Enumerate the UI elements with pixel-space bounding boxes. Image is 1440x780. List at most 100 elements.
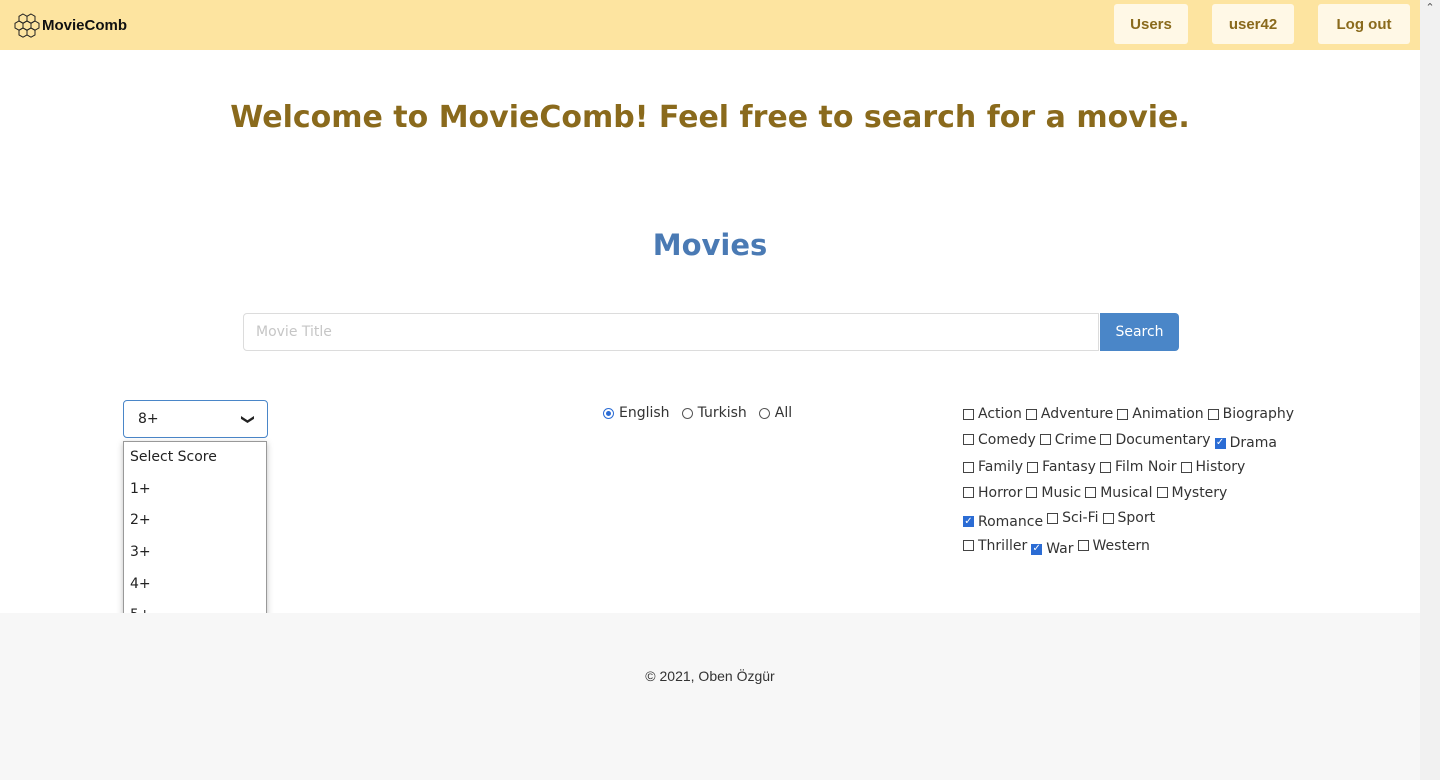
language-radio-english[interactable]: English bbox=[603, 405, 670, 421]
genre-checkbox-romance[interactable]: Romance bbox=[963, 510, 1043, 534]
language-radio-turkish[interactable]: Turkish bbox=[681, 405, 747, 421]
genre-checkbox-documentary[interactable]: Documentary bbox=[1100, 428, 1211, 452]
scrollbar[interactable]: ⌃ bbox=[1420, 0, 1440, 780]
genre-checkbox-music[interactable]: Music bbox=[1026, 481, 1081, 505]
genre-checkbox-war[interactable]: War bbox=[1031, 537, 1074, 561]
checkbox-icon[interactable] bbox=[1025, 408, 1037, 420]
score-option[interactable]: 1+ bbox=[124, 474, 266, 506]
radio-label: All bbox=[774, 405, 793, 421]
genre-checkbox-film-noir[interactable]: Film Noir bbox=[1099, 455, 1177, 479]
genre-checkbox-history[interactable]: History bbox=[1180, 455, 1245, 479]
radio-icon[interactable] bbox=[758, 407, 770, 419]
genre-label: Film Noir bbox=[1114, 459, 1177, 475]
footer bbox=[0, 613, 1420, 780]
footer-copyright: © 2021, Oben Özgür bbox=[645, 668, 775, 684]
navbar: MovieComb Users user42 Log out bbox=[0, 0, 1420, 50]
checkbox-icon[interactable] bbox=[963, 434, 974, 445]
checkbox-icon[interactable] bbox=[1026, 487, 1038, 498]
genre-row: Comedy Crime Documentary Drama bbox=[963, 428, 1343, 456]
checkbox-icon[interactable] bbox=[1207, 408, 1219, 420]
genre-checkbox-family[interactable]: Family bbox=[963, 455, 1023, 479]
scroll-up-icon[interactable]: ⌃ bbox=[1420, 0, 1440, 16]
genre-checkbox-adventure[interactable]: Adventure bbox=[1025, 402, 1114, 426]
genre-label: Comedy bbox=[978, 431, 1036, 448]
genre-checkbox-group: Action Adventure Animation Biography Comedy C… bbox=[963, 402, 1343, 561]
score-option[interactable]: 2+ bbox=[124, 505, 266, 537]
genre-checkbox-western[interactable]: Western bbox=[1077, 534, 1150, 558]
search-input[interactable] bbox=[243, 313, 1099, 351]
checkbox-icon[interactable] bbox=[1039, 434, 1051, 445]
checkbox-icon[interactable] bbox=[963, 540, 974, 551]
genre-checkbox-horror[interactable]: Horror bbox=[963, 481, 1022, 505]
score-select[interactable]: 8+ ❯ bbox=[123, 400, 268, 438]
genre-checkbox-thriller[interactable]: Thriller bbox=[963, 534, 1027, 558]
genre-checkbox-sci-fi[interactable]: Sci-Fi bbox=[1047, 506, 1099, 530]
genre-row: Thriller War Western bbox=[963, 534, 1343, 562]
genre-row: Family Fantasy Film Noir History bbox=[963, 455, 1343, 481]
page-title: Movies bbox=[652, 228, 768, 262]
checkbox-icon[interactable] bbox=[963, 487, 974, 498]
genre-row: Romance Sci-Fi Sport bbox=[963, 506, 1343, 534]
language-radio-all[interactable]: All bbox=[758, 405, 793, 421]
genre-row: Action Adventure Animation Biography bbox=[963, 402, 1343, 428]
genre-checkbox-fantasy[interactable]: Fantasy bbox=[1027, 455, 1096, 479]
genre-checkbox-mystery[interactable]: Mystery bbox=[1156, 481, 1228, 505]
checkbox-icon[interactable] bbox=[1117, 408, 1129, 420]
checkbox-icon[interactable] bbox=[1077, 540, 1089, 551]
checkbox-icon[interactable] bbox=[1027, 461, 1039, 473]
checkbox-icon[interactable] bbox=[1180, 461, 1192, 473]
genre-label: Horror bbox=[978, 484, 1023, 501]
genre-checkbox-action[interactable]: Action bbox=[963, 402, 1022, 426]
logout-button[interactable]: Log out bbox=[1318, 4, 1410, 44]
search-button[interactable]: Search bbox=[1100, 313, 1179, 351]
genre-label: Music bbox=[1041, 484, 1082, 501]
genre-label: Musical bbox=[1100, 484, 1153, 501]
score-select-value: 8+ bbox=[138, 411, 159, 427]
welcome-heading: Welcome to MovieComb! Feel free to searc… bbox=[230, 100, 1190, 135]
checkbox-checked-icon[interactable] bbox=[1031, 543, 1043, 555]
genre-label: Mystery bbox=[1171, 484, 1228, 501]
checkbox-icon[interactable] bbox=[1047, 512, 1059, 524]
genre-label: Fantasy bbox=[1042, 459, 1096, 475]
checkbox-icon[interactable] bbox=[1099, 461, 1111, 473]
radio-label: English bbox=[619, 405, 670, 421]
checkbox-checked-icon[interactable] bbox=[1214, 437, 1226, 449]
brand-name: MovieComb bbox=[42, 16, 128, 34]
radio-icon[interactable] bbox=[603, 407, 614, 419]
users-button[interactable]: Users bbox=[1114, 4, 1188, 44]
genre-label: Documentary bbox=[1115, 431, 1211, 448]
genre-label: Action bbox=[978, 406, 1022, 422]
genre-label: Sport bbox=[1117, 510, 1156, 526]
language-radio-group: English Turkish All bbox=[603, 405, 804, 421]
profile-button[interactable]: user42 bbox=[1212, 4, 1294, 44]
checkbox-icon[interactable] bbox=[1156, 487, 1168, 498]
brand[interactable]: MovieComb bbox=[12, 10, 127, 40]
honeycomb-icon bbox=[14, 13, 40, 38]
genre-label: War bbox=[1046, 541, 1074, 557]
radio-icon[interactable] bbox=[681, 407, 693, 419]
score-option[interactable]: 4+ bbox=[124, 569, 266, 601]
checkbox-icon[interactable] bbox=[963, 408, 974, 420]
checkbox-checked-icon[interactable] bbox=[963, 516, 974, 527]
genre-checkbox-drama[interactable]: Drama bbox=[1214, 431, 1277, 455]
genre-checkbox-sport[interactable]: Sport bbox=[1102, 506, 1156, 530]
score-option[interactable]: Select Score bbox=[124, 442, 266, 474]
nav-actions: Users user42 Log out bbox=[1114, 4, 1410, 44]
radio-label: Turkish bbox=[697, 405, 747, 421]
genre-checkbox-musical[interactable]: Musical bbox=[1085, 481, 1153, 505]
checkbox-icon[interactable] bbox=[1085, 487, 1097, 498]
genre-label: Thriller bbox=[978, 537, 1028, 554]
chevron-down-icon: ❯ bbox=[240, 413, 256, 425]
checkbox-icon[interactable] bbox=[963, 461, 974, 473]
genre-label: Family bbox=[978, 459, 1024, 475]
genre-checkbox-animation[interactable]: Animation bbox=[1117, 402, 1204, 426]
genre-checkbox-crime[interactable]: Crime bbox=[1039, 428, 1096, 452]
genre-checkbox-biography[interactable]: Biography bbox=[1207, 402, 1294, 426]
checkbox-icon[interactable] bbox=[1102, 512, 1114, 524]
score-option[interactable]: 3+ bbox=[124, 537, 266, 569]
genre-label: Biography bbox=[1222, 406, 1294, 422]
genre-label: Western bbox=[1092, 537, 1150, 554]
genre-checkbox-comedy[interactable]: Comedy bbox=[963, 428, 1036, 452]
genre-label: Adventure bbox=[1040, 406, 1114, 422]
checkbox-icon[interactable] bbox=[1100, 434, 1112, 445]
